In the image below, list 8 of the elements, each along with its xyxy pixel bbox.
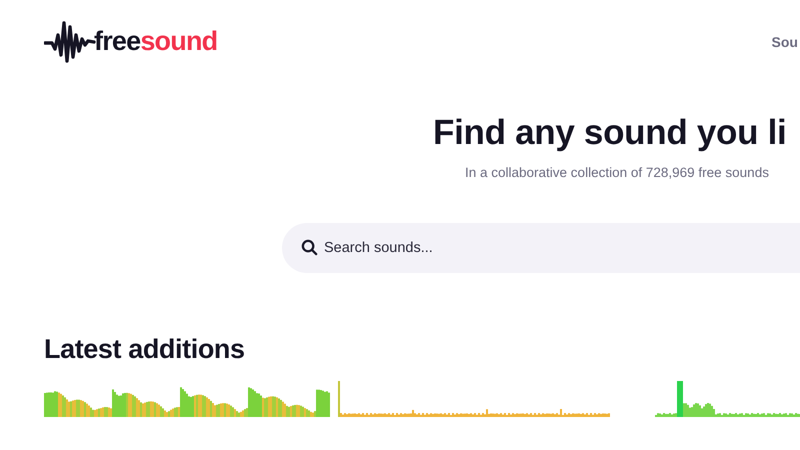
logo-text[interactable]: freesound bbox=[94, 26, 218, 56]
waveform-drawing[interactable] bbox=[338, 379, 610, 418]
section-heading: Latest additions bbox=[44, 333, 246, 366]
search-field[interactable]: Search sounds... bbox=[282, 223, 800, 273]
hero-subtitle: In a collaborative collection of 728,969 free sounds bbox=[465, 165, 770, 180]
nav-link[interactable]: Sou bbox=[772, 32, 798, 50]
hero-title: Find any sound you li bbox=[433, 112, 788, 154]
waveform-drawing[interactable] bbox=[655, 379, 800, 418]
